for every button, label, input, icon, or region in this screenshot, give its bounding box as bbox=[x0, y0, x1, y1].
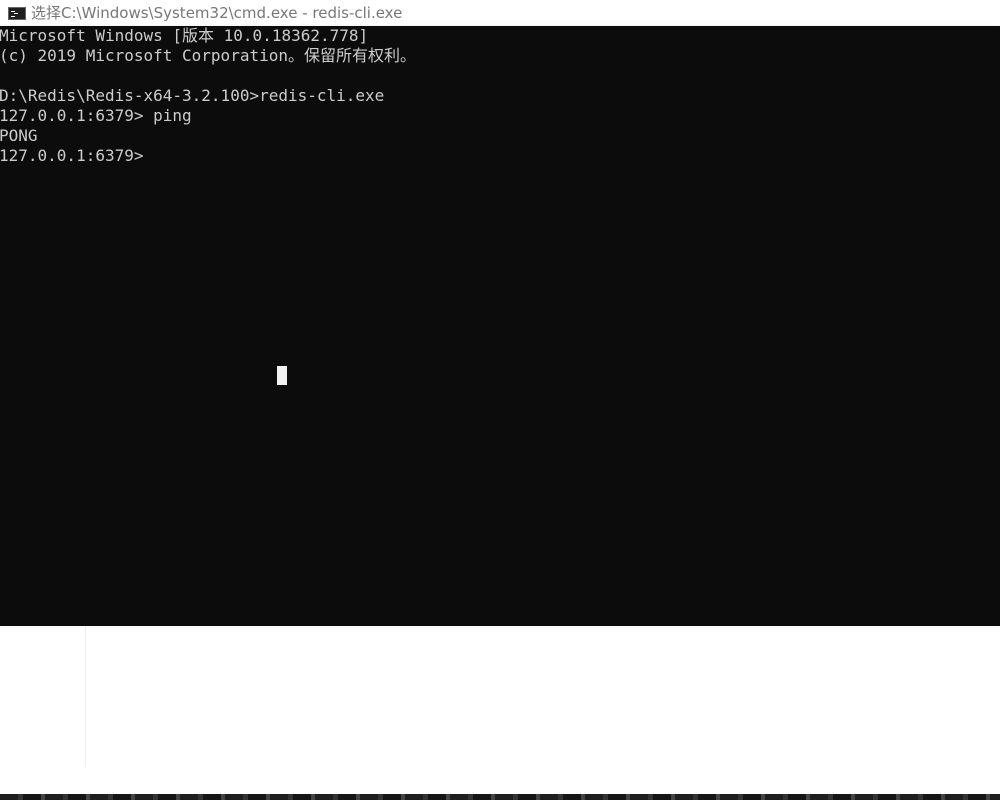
window-title: 选择C:\Windows\System32\cmd.exe - redis-cl… bbox=[31, 4, 403, 22]
console-line-copyright: (c) 2019 Microsoft Corporation。保留所有权利。 bbox=[0, 46, 416, 65]
desktop-wallpaper-strip bbox=[0, 794, 1000, 800]
console-line-ping: 127.0.0.1:6379> ping bbox=[0, 106, 192, 125]
console-lines: Microsoft Windows [版本 10.0.18362.778] (c… bbox=[0, 26, 1000, 166]
console-line-windows-version: Microsoft Windows [版本 10.0.18362.778] bbox=[0, 26, 369, 45]
console-line-pong: PONG bbox=[0, 126, 38, 145]
background-window-divider bbox=[85, 626, 86, 766]
cmd-icon bbox=[8, 6, 26, 20]
screen: 选择C:\Windows\System32\cmd.exe - redis-cl… bbox=[0, 0, 1000, 800]
background-window bbox=[0, 626, 1000, 794]
console-line-prompt: 127.0.0.1:6379> bbox=[0, 146, 144, 165]
window-title-bar[interactable]: 选择C:\Windows\System32\cmd.exe - redis-cl… bbox=[0, 0, 1000, 26]
console-output-area[interactable]: Microsoft Windows [版本 10.0.18362.778] (c… bbox=[0, 26, 1000, 626]
text-cursor bbox=[277, 366, 287, 385]
console-line-command: D:\Redis\Redis-x64-3.2.100>redis-cli.exe bbox=[0, 86, 385, 105]
